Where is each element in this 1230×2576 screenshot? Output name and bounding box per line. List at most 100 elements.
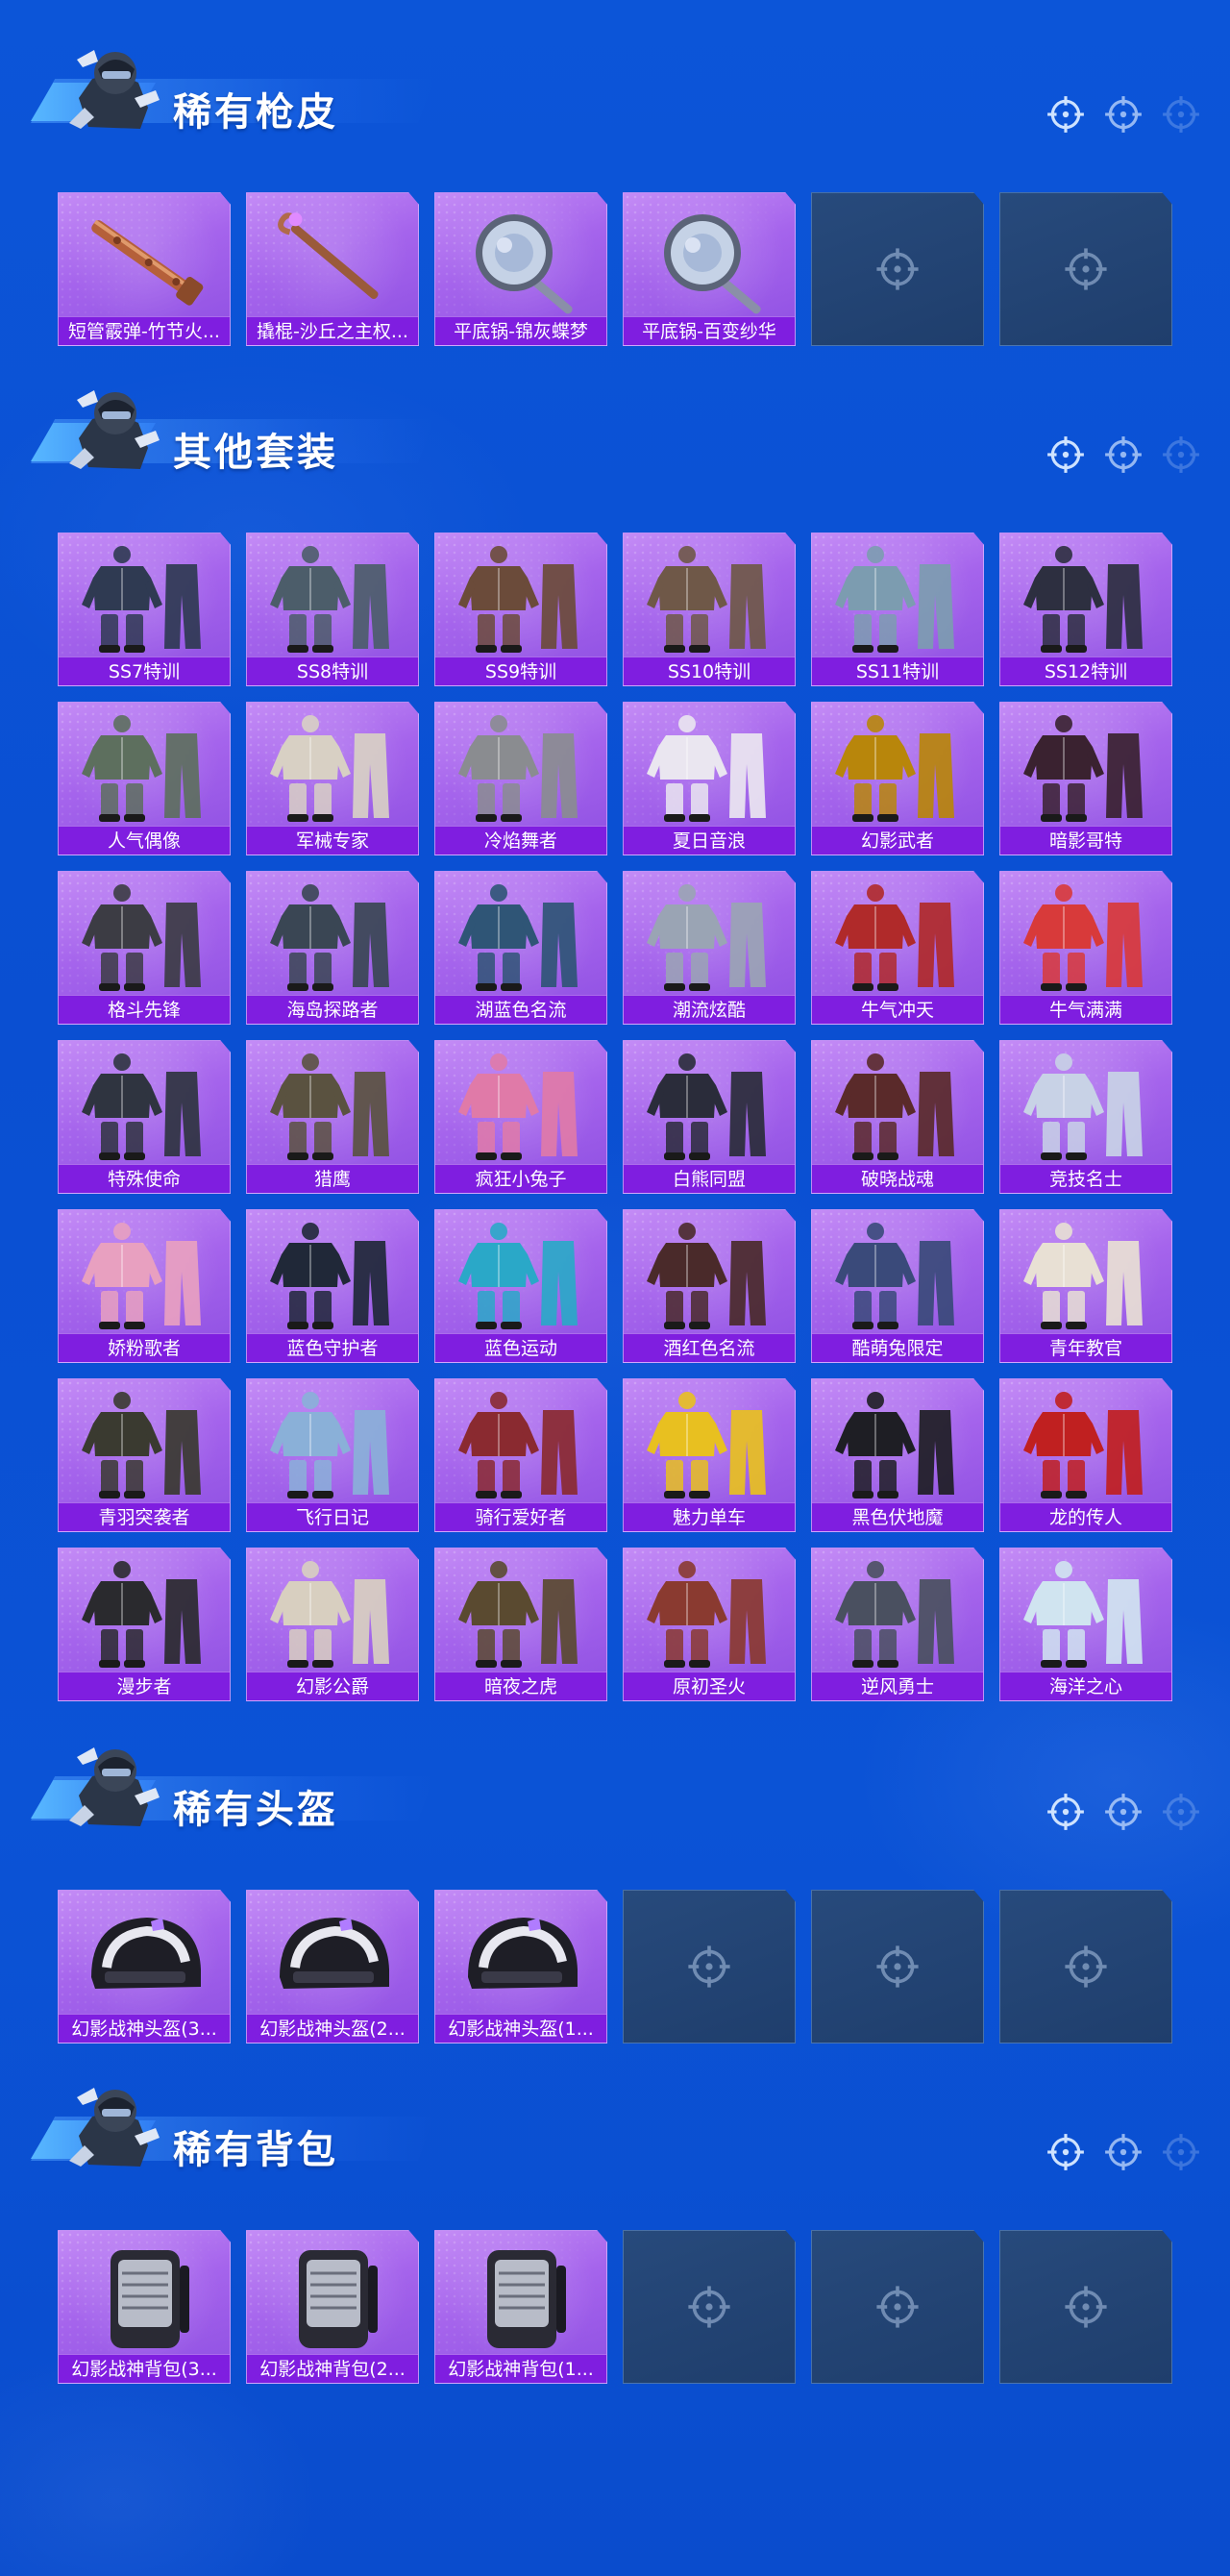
backpack-icon (72, 2241, 216, 2356)
item-card[interactable]: 逆风勇士 (811, 1548, 984, 1701)
item-label: 暗夜之虎 (435, 1672, 606, 1700)
outfit-icon (825, 881, 970, 997)
item-label: SS9特训 (435, 656, 606, 685)
item-card[interactable]: SS8特训 (246, 533, 419, 686)
item-label: 龙的传人 (1000, 1502, 1171, 1531)
item-card[interactable]: 飞行日记 (246, 1378, 419, 1532)
outfit-icon (825, 1051, 970, 1166)
mascot-icon (60, 381, 165, 477)
item-card[interactable]: 潮流炫酷 (623, 871, 796, 1025)
item-card[interactable]: 湖蓝色名流 (434, 871, 607, 1025)
item-card[interactable]: 特殊使命 (58, 1040, 231, 1194)
section-header: 稀有枪皮 (31, 38, 530, 144)
item-card[interactable]: 撬棍-沙丘之主权... (246, 192, 419, 346)
item-card[interactable]: 酒红色名流 (623, 1209, 796, 1363)
crosshair-icon (1103, 434, 1144, 475)
item-card[interactable]: 幻影公爵 (246, 1548, 419, 1701)
item-card[interactable]: SS9特训 (434, 533, 607, 686)
item-label: 猎鹰 (247, 1164, 418, 1193)
item-card[interactable]: 幻影战神头盔(2... (246, 1890, 419, 2043)
item-label: 湖蓝色名流 (435, 995, 606, 1024)
item-card[interactable]: 平底锅-百变纱华 (623, 192, 796, 346)
item-label: 平底锅-百变纱华 (624, 316, 795, 345)
crosshair-icon (1046, 2132, 1086, 2172)
outfit-icon (825, 543, 970, 658)
outfit-icon (260, 1220, 405, 1335)
item-card[interactable]: 幻影战神背包(3... (58, 2230, 231, 2384)
item-card[interactable]: 冷焰舞者 (434, 702, 607, 855)
item-label: 特殊使命 (59, 1164, 230, 1193)
item-card[interactable]: 人气偶像 (58, 702, 231, 855)
item-label: 白熊同盟 (624, 1164, 795, 1193)
item-card[interactable]: 幻影战神背包(2... (246, 2230, 419, 2384)
item-card[interactable]: 魅力单车 (623, 1378, 796, 1532)
outfit-icon (449, 1051, 593, 1166)
item-card[interactable]: 破晓战魂 (811, 1040, 984, 1194)
item-label: 黑色伏地魔 (812, 1502, 983, 1531)
crosshair-icon (1161, 94, 1201, 135)
item-card[interactable]: 蓝色守护者 (246, 1209, 419, 1363)
item-card[interactable]: 青羽突袭者 (58, 1378, 231, 1532)
empty-slot (999, 2230, 1172, 2384)
crosshair-decoration (1046, 1792, 1201, 1832)
crosshair-icon (1063, 2284, 1109, 2330)
item-card[interactable]: 龙的传人 (999, 1378, 1172, 1532)
item-card[interactable]: 军械专家 (246, 702, 419, 855)
section-title: 稀有枪皮 (173, 90, 338, 135)
item-card[interactable]: 夏日音浪 (623, 702, 796, 855)
item-label: 青年教官 (1000, 1333, 1171, 1362)
item-card[interactable]: 海洋之心 (999, 1548, 1172, 1701)
outfit-icon (1014, 1558, 1158, 1673)
item-card[interactable]: 短管霰弹-竹节火... (58, 192, 231, 346)
item-card[interactable]: 猎鹰 (246, 1040, 419, 1194)
outfit-icon (72, 1558, 216, 1673)
item-label: 魅力单车 (624, 1502, 795, 1531)
item-card[interactable]: SS7特训 (58, 533, 231, 686)
outfit-icon (72, 712, 216, 828)
item-card[interactable]: 青年教官 (999, 1209, 1172, 1363)
item-card[interactable]: 酷萌兔限定 (811, 1209, 984, 1363)
item-label: SS11特训 (812, 656, 983, 685)
outfit-icon (449, 881, 593, 997)
item-card[interactable]: 幻影战神头盔(3... (58, 1890, 231, 2043)
item-card[interactable]: 疯狂小兔子 (434, 1040, 607, 1194)
outfit-icon (637, 1051, 781, 1166)
item-card[interactable]: SS12特训 (999, 533, 1172, 686)
outfit-icon (1014, 1220, 1158, 1335)
item-card[interactable]: SS10特训 (623, 533, 796, 686)
item-label: 格斗先锋 (59, 995, 230, 1024)
item-label: 幻影公爵 (247, 1672, 418, 1700)
item-card[interactable]: 白熊同盟 (623, 1040, 796, 1194)
item-card[interactable]: 幻影战神头盔(1... (434, 1890, 607, 2043)
crosshair-icon (1161, 2132, 1201, 2172)
empty-slot (999, 1890, 1172, 2043)
item-card[interactable]: 格斗先锋 (58, 871, 231, 1025)
item-label: 撬棍-沙丘之主权... (247, 316, 418, 345)
pan-icon (637, 203, 781, 318)
outfit-icon (1014, 543, 1158, 658)
item-card[interactable]: 牛气满满 (999, 871, 1172, 1025)
crosshair-icon (874, 1944, 921, 1990)
item-card[interactable]: 漫步者 (58, 1548, 231, 1701)
item-card[interactable]: 海岛探路者 (246, 871, 419, 1025)
crosshair-decoration (1046, 434, 1201, 475)
item-card[interactable]: 幻影战神背包(1... (434, 2230, 607, 2384)
outfit-icon (1014, 881, 1158, 997)
item-card[interactable]: 骑行爱好者 (434, 1378, 607, 1532)
empty-slot (999, 192, 1172, 346)
item-card[interactable]: 暗影哥特 (999, 702, 1172, 855)
item-card[interactable]: 幻影武者 (811, 702, 984, 855)
item-card[interactable]: 平底锅-锦灰蝶梦 (434, 192, 607, 346)
item-card[interactable]: 竞技名士 (999, 1040, 1172, 1194)
outfit-icon (637, 881, 781, 997)
item-card[interactable]: 暗夜之虎 (434, 1548, 607, 1701)
item-card[interactable]: 原初圣火 (623, 1548, 796, 1701)
item-label: 幻影战神头盔(2... (247, 2014, 418, 2043)
crowbar-icon (260, 203, 405, 318)
item-card[interactable]: 蓝色运动 (434, 1209, 607, 1363)
item-card[interactable]: SS11特训 (811, 533, 984, 686)
item-card[interactable]: 黑色伏地魔 (811, 1378, 984, 1532)
item-label: 破晓战魂 (812, 1164, 983, 1193)
item-card[interactable]: 娇粉歌者 (58, 1209, 231, 1363)
item-card[interactable]: 牛气冲天 (811, 871, 984, 1025)
